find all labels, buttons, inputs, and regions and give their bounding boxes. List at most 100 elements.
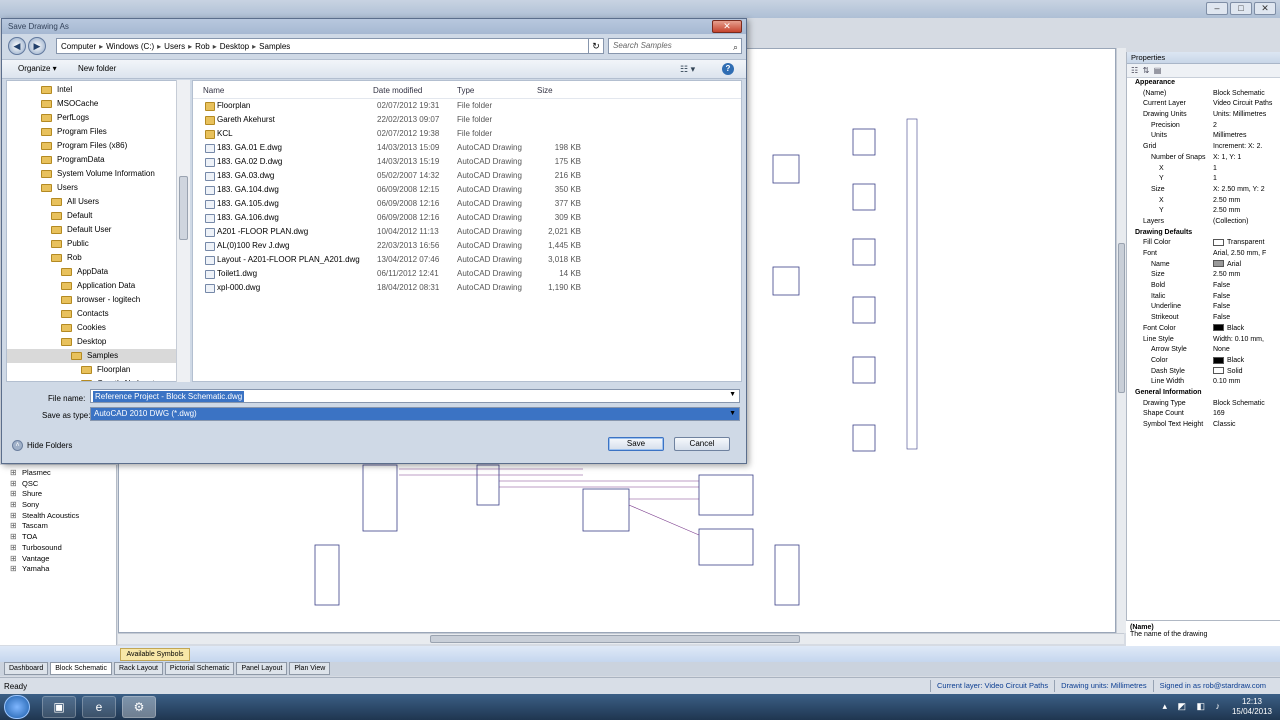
folder-tree-item[interactable]: Rob — [7, 251, 189, 265]
dialog-close-button[interactable]: ✕ — [712, 20, 742, 33]
property-value[interactable]: 2.50 mm — [1213, 196, 1280, 207]
file-row[interactable]: KCL 02/07/2012 19:38 File folder — [193, 127, 741, 141]
change-view-icon[interactable]: ☷ ▾ — [680, 64, 695, 75]
canvas-horizontal-scrollbar[interactable] — [118, 633, 1124, 644]
property-category[interactable]: Drawing Defaults — [1127, 228, 1280, 239]
property-row[interactable]: Arrow Style None — [1127, 345, 1280, 356]
file-name-input[interactable]: Reference Project - Block Schematic.dwg … — [90, 389, 740, 403]
close-button[interactable]: ✕ — [1254, 2, 1276, 15]
file-row[interactable]: A201 -FLOOR PLAN.dwg 10/04/2012 11:13 Auto… — [193, 225, 741, 239]
document-tab[interactable]: Dashboard — [4, 662, 49, 675]
property-row[interactable]: Color Black — [1127, 356, 1280, 367]
folder-tree-item[interactable]: ProgramData — [7, 153, 189, 167]
property-value[interactable]: False — [1213, 281, 1280, 292]
folder-tree-item[interactable]: All Users — [7, 195, 189, 209]
document-tab[interactable]: Plan View — [289, 662, 331, 675]
system-tray-icons[interactable]: ▴ ◩ ◧ ♪ — [1162, 701, 1224, 712]
folder-tree-scrollbar[interactable] — [176, 80, 190, 382]
property-value[interactable]: Arial, 2.50 mm, F — [1213, 249, 1280, 260]
property-row[interactable]: Name Arial — [1127, 260, 1280, 271]
folder-tree-item[interactable]: Intel — [7, 83, 189, 97]
hide-folders-toggle[interactable]: ˄ Hide Folders — [12, 440, 72, 451]
file-row[interactable]: AL(0)100 Rev J.dwg 22/03/2013 16:56 AutoCA… — [193, 239, 741, 253]
property-category[interactable]: Appearance — [1127, 78, 1280, 89]
categorized-icon[interactable]: ☷ — [1131, 66, 1138, 75]
document-tab[interactable]: Pictorial Schematic — [164, 662, 235, 675]
breadcrumb-item[interactable]: Desktop — [220, 42, 249, 51]
file-row[interactable]: Toilet1.dwg 06/11/2012 12:41 AutoCAD Drawi… — [193, 267, 741, 281]
property-row[interactable]: Number of Snaps X: 1, Y: 1 — [1127, 153, 1280, 164]
property-row[interactable]: Y 2.50 mm — [1127, 206, 1280, 217]
file-row[interactable]: xpl-000.dwg 18/04/2012 08:31 AutoCAD Drawi… — [193, 281, 741, 295]
property-row[interactable]: Units Millimetres — [1127, 131, 1280, 142]
document-tab[interactable]: Rack Layout — [114, 662, 163, 675]
ie-taskbar-icon[interactable]: e — [82, 696, 116, 718]
property-value[interactable]: 2 — [1213, 121, 1280, 132]
breadcrumb-item[interactable]: Computer — [61, 42, 96, 51]
maximize-button[interactable]: □ — [1230, 2, 1252, 15]
scroll-thumb[interactable] — [1118, 243, 1125, 393]
property-value[interactable]: Transparent — [1213, 238, 1280, 249]
property-value[interactable]: X: 1, Y: 1 — [1213, 153, 1280, 164]
property-row[interactable]: Drawing Units Units: Millimetres — [1127, 110, 1280, 121]
help-icon[interactable]: ? — [722, 63, 734, 75]
refresh-icon[interactable]: ↻ — [588, 38, 604, 54]
cancel-button[interactable]: Cancel — [674, 437, 730, 451]
property-value[interactable]: Units: Millimetres — [1213, 110, 1280, 121]
folder-tree-item[interactable]: Default User — [7, 223, 189, 237]
folder-tree-item[interactable]: Floorplan — [7, 363, 189, 377]
property-value[interactable]: Block Schematic — [1213, 89, 1280, 100]
folder-tree-item[interactable]: AppData — [7, 265, 189, 279]
chevron-down-icon[interactable]: ▼ — [729, 408, 736, 420]
breadcrumb-item[interactable]: Rob — [195, 42, 210, 51]
folder-tree-item[interactable]: Contacts — [7, 307, 189, 321]
symbol-group-item[interactable]: QSC — [0, 479, 116, 490]
property-value[interactable]: 1 — [1213, 174, 1280, 185]
property-value[interactable]: False — [1213, 302, 1280, 313]
property-value[interactable]: Black — [1213, 356, 1280, 367]
column-name[interactable]: Name — [203, 86, 224, 95]
save-type-select[interactable]: AutoCAD 2010 DWG (*.dwg) ▼ — [90, 407, 740, 421]
property-value[interactable]: False — [1213, 313, 1280, 324]
file-row[interactable]: 183. GA.106.dwg 06/09/2008 12:16 AutoCAD D… — [193, 211, 741, 225]
stardraw-taskbar-icon[interactable]: ⚙ — [122, 696, 156, 718]
property-row[interactable]: Line Width 0.10 mm — [1127, 377, 1280, 388]
property-value[interactable]: None — [1213, 345, 1280, 356]
available-symbols-tab[interactable]: Available Symbols — [120, 648, 190, 661]
property-row[interactable]: Strikeout False — [1127, 313, 1280, 324]
symbol-group-item[interactable]: TOA — [0, 532, 116, 543]
organize-button[interactable]: Organize ▾ — [18, 64, 57, 73]
folder-tree-item[interactable]: Cookies — [7, 321, 189, 335]
property-row[interactable]: Font Arial, 2.50 mm, F — [1127, 249, 1280, 260]
folder-tree-item[interactable]: System Volume Information — [7, 167, 189, 181]
file-row[interactable]: 183. GA.03.dwg 05/02/2007 14:32 AutoCAD Dr… — [193, 169, 741, 183]
folder-tree-item[interactable]: Program Files (x86) — [7, 139, 189, 153]
breadcrumb-item[interactable]: Windows (C:) — [106, 42, 154, 51]
property-value[interactable]: Classic — [1213, 420, 1280, 431]
new-folder-button[interactable]: New folder — [78, 64, 116, 73]
property-row[interactable]: Font Color Black — [1127, 324, 1280, 335]
chevron-down-icon[interactable]: ▼ — [729, 391, 736, 398]
property-value[interactable]: 1 — [1213, 164, 1280, 175]
property-value[interactable]: 169 — [1213, 409, 1280, 420]
folder-tree-item[interactable]: Desktop — [7, 335, 189, 349]
document-tab[interactable]: Panel Layout — [236, 662, 288, 675]
symbol-group-item[interactable]: Vantage — [0, 554, 116, 565]
property-row[interactable]: Dash Style Solid — [1127, 367, 1280, 378]
start-button[interactable] — [4, 695, 30, 719]
property-value[interactable]: Video Circuit Paths — [1213, 99, 1280, 110]
property-row[interactable]: Precision 2 — [1127, 121, 1280, 132]
search-input[interactable]: Search Samples ⌕ — [608, 38, 742, 54]
property-row[interactable]: Symbol Text Height Classic — [1127, 420, 1280, 431]
address-bar[interactable]: Computer ▸ Windows (C:) ▸ Users ▸ Rob ▸ Desktop ▸… — [56, 38, 600, 54]
file-row[interactable]: Gareth Akehurst 22/02/2013 09:07 File fold… — [193, 113, 741, 127]
scroll-thumb[interactable] — [179, 176, 188, 240]
file-row[interactable]: Floorplan 02/07/2012 19:31 File folder — [193, 99, 741, 113]
save-button[interactable]: Save — [608, 437, 664, 451]
file-row[interactable]: 183. GA.104.dwg 06/09/2008 12:15 AutoCAD D… — [193, 183, 741, 197]
symbol-group-item[interactable]: Sony — [0, 500, 116, 511]
property-value[interactable]: 2.50 mm — [1213, 206, 1280, 217]
property-value[interactable]: Millimetres — [1213, 131, 1280, 142]
property-row[interactable]: Underline False — [1127, 302, 1280, 313]
property-value[interactable]: Block Schematic — [1213, 399, 1280, 410]
